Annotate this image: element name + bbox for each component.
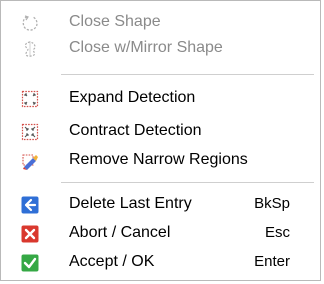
menu-item-label: Contract Detection [69, 122, 202, 139]
close-shape-icon [21, 14, 39, 32]
menu-item-shortcut: Esc [264, 224, 290, 241]
menu-item-label: Delete Last Entry [69, 195, 192, 212]
checkmark-icon [21, 254, 39, 272]
menu-separator [61, 74, 314, 75]
menu-item-label: Close Shape [69, 13, 161, 30]
menu-item-expand-detection[interactable]: Expand Detection [1, 85, 320, 112]
menu-item-label: Remove Narrow Regions [69, 151, 248, 168]
back-arrow-icon [21, 196, 39, 214]
remove-narrow-regions-icon [21, 152, 39, 170]
menu-item-close-mirror-shape[interactable]: Close w/Mirror Shape [1, 35, 320, 62]
menu-item-remove-narrow-regions[interactable]: Remove Narrow Regions [1, 147, 320, 174]
menu-item-contract-detection[interactable]: Contract Detection [1, 118, 320, 145]
menu-item-shortcut: BkSp [254, 195, 290, 212]
menu-separator [61, 182, 314, 183]
cancel-x-icon [21, 225, 39, 243]
menu-item-delete-last-entry[interactable]: Delete Last Entry BkSp [1, 191, 320, 218]
expand-detection-icon [21, 90, 39, 108]
menu-item-label: Expand Detection [69, 89, 196, 106]
contract-detection-icon [21, 123, 39, 141]
context-menu: Close Shape Close w/Mirror Shape Expand … [0, 0, 321, 281]
menu-item-close-shape[interactable]: Close Shape [1, 9, 320, 36]
menu-item-abort-cancel[interactable]: Abort / Cancel Esc [1, 220, 320, 247]
menu-item-label: Abort / Cancel [69, 224, 171, 241]
menu-item-label: Close w/Mirror Shape [69, 39, 223, 56]
menu-item-label: Accept / OK [69, 253, 155, 270]
close-mirror-shape-icon [21, 40, 39, 58]
menu-item-accept-ok[interactable]: Accept / OK Enter [1, 249, 320, 276]
menu-item-shortcut: Enter [254, 253, 290, 270]
